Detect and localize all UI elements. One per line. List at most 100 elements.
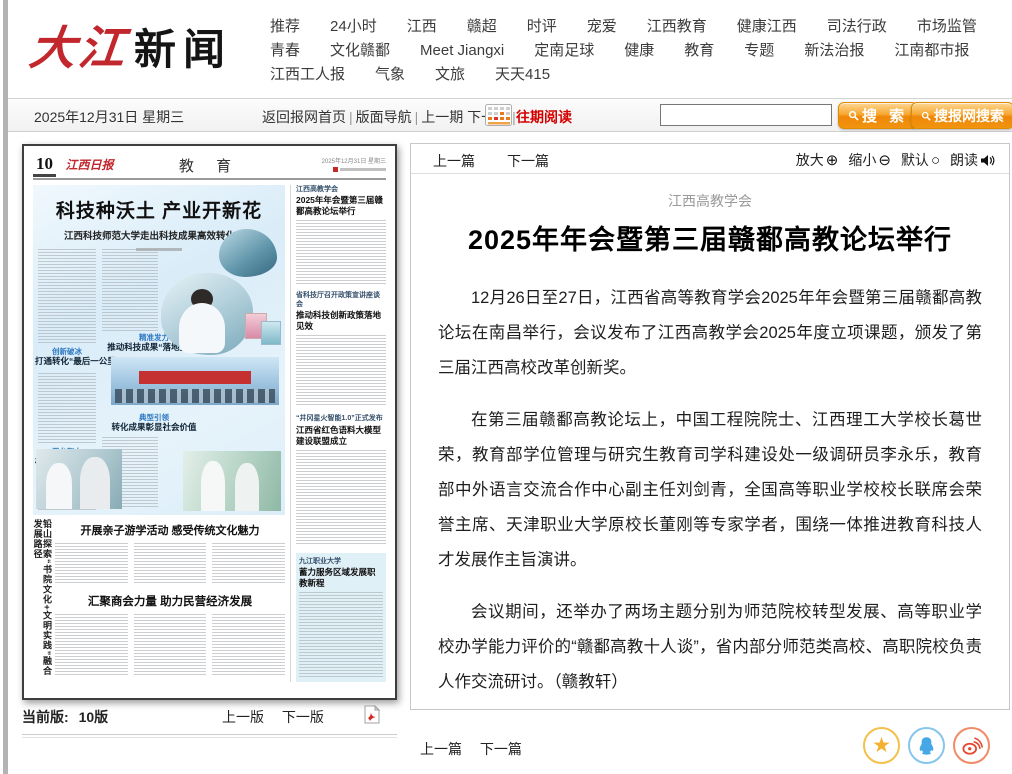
footer-next-article-link[interactable]: 下一篇 (480, 741, 522, 757)
article-view-controls: 放大⊕ 缩小⊖ 默认○ 朗读 (796, 150, 995, 170)
nav-link-r1-7[interactable]: 健康江西 (737, 16, 797, 38)
zoom-in-icon: ⊕ (826, 153, 839, 168)
nav-link-r2-6[interactable]: 专题 (744, 40, 774, 62)
nav-link-r3-2[interactable]: 文旅 (435, 64, 465, 86)
search-button[interactable]: 搜 索 (838, 102, 918, 129)
pdf-icon[interactable] (364, 705, 380, 724)
nav-link-r2-7[interactable]: 新法治报 (804, 40, 864, 62)
nav-link-r2-4[interactable]: 健康 (624, 40, 654, 62)
paper-date-block: 2025年12月31日 星期三 (322, 156, 386, 172)
logo-red-text: 大江 (27, 12, 132, 78)
nav-link-r1-3[interactable]: 赣超 (467, 16, 497, 38)
fake-text-block (134, 543, 207, 585)
archive-link[interactable]: 往期阅读 (516, 107, 572, 127)
calendar-icon[interactable] (485, 103, 512, 127)
photo-figure (235, 463, 259, 511)
nav-link-r1-0[interactable]: 推荐 (270, 16, 300, 38)
fake-text-block (38, 373, 96, 443)
nav-row-2: 青春 文化赣鄱 Meet Jiangxi 定南足球 健康 教育 专题 新法治报 … (270, 40, 1000, 62)
paper-body: 科技种沃土 产业开新花 江西科技师范大学走出科技成果高效转化之路 创新破冰打通转… (33, 185, 386, 682)
prev-issue-link[interactable]: 上一期 (421, 109, 463, 125)
pager-nav: 上一版 下一版 (222, 707, 338, 727)
article-body: 12月26日至27日，江西省高等教育学会2025年年会暨第三届赣鄱高教论坛在南昌… (411, 257, 1009, 700)
site-search-button[interactable]: 搜报网搜索 (911, 102, 1012, 129)
main-nav: 推荐 24小时 江西 赣超 时评 宠爱 江西教育 健康江西 司法行政 市场监管 … (270, 16, 1000, 88)
photo-people-row (115, 389, 275, 403)
feature-headline: 科技种沃土 产业开新花 (33, 196, 285, 223)
nav-link-r3-0[interactable]: 江西工人报 (270, 64, 345, 86)
qzone-share-icon[interactable]: ★ (863, 727, 900, 764)
logo-black-text: 新闻 (134, 26, 232, 73)
right-article-3: “井冈星火智能1.0”正式发布 江西省红色语料大模型建设联盟成立 (296, 414, 386, 545)
bottom-articles: 开展亲子游学活动 感受传统文化魅力 汇聚商会力量 助力民营经济发展 (51, 519, 285, 682)
next-article-link[interactable]: 下一篇 (507, 151, 549, 171)
issue-toolbar: 2025年12月31日 星期三 返回报网首页|版面导航|上一期 下一期| 往期阅… (8, 98, 1012, 132)
photo-figure (179, 303, 225, 353)
right-article-title: 江西省红色语料大模型建设联盟成立 (296, 425, 386, 447)
fake-text-block (212, 543, 285, 585)
fake-text-block (212, 614, 285, 676)
nav-link-r3-1[interactable]: 气象 (375, 64, 405, 86)
weibo-share-icon[interactable] (953, 727, 990, 764)
article-paragraph: 在第三届赣鄱高教论坛上，中国工程院院士、江西理工大学校长葛世荣，教育部学位管理与… (438, 403, 982, 578)
right-article-kicker: 九江职业大学 (299, 557, 383, 566)
nav-link-r1-9[interactable]: 市场监管 (917, 16, 977, 38)
photo-red-banner (139, 371, 251, 384)
right-article-title: 蓄力服务区域发展职教新程 (299, 567, 383, 589)
nav-link-r1-8[interactable]: 司法行政 (827, 16, 887, 38)
footer-prev-article-link[interactable]: 上一篇 (420, 741, 462, 757)
magnifier-icon (848, 110, 859, 121)
zoom-reset-control[interactable]: 默认○ (901, 150, 940, 170)
newspaper-page-thumbnail[interactable]: 10 江西日报 教 育 2025年12月31日 星期三 科技种沃土 产业开新花 … (22, 144, 397, 700)
read-aloud-control[interactable]: 朗读 (950, 150, 995, 170)
next-page-link[interactable]: 下一版 (282, 709, 324, 725)
divider: | (349, 109, 353, 125)
photo-figure (80, 457, 110, 509)
nav-link-r1-1[interactable]: 24小时 (330, 16, 377, 38)
nav-link-r2-3[interactable]: 定南足球 (534, 40, 594, 62)
right-article-1: 江西高教学会 2025年年会暨第三届赣鄱高教论坛举行 (296, 185, 386, 284)
photo-product-box (261, 321, 281, 345)
feature-article-block: 科技种沃土 产业开新花 江西科技师范大学走出科技成果高效转化之路 创新破冰打通转… (33, 185, 285, 515)
photo-group-event (111, 357, 279, 405)
prev-page-link[interactable]: 上一版 (222, 709, 264, 725)
layout-nav-link[interactable]: 版面导航 (356, 109, 412, 125)
zoom-out-control[interactable]: 缩小⊖ (848, 150, 891, 170)
article-paragraph: 12月26日至27日，江西省高等教育学会2025年年会暨第三届赣鄱高教论坛在南昌… (438, 281, 982, 386)
zoom-in-control[interactable]: 放大⊕ (796, 150, 839, 170)
nav-link-r1-6[interactable]: 江西教育 (647, 16, 707, 38)
magnifier-icon (921, 111, 931, 121)
article-panel: 上一篇 下一篇 放大⊕ 缩小⊖ 默认○ 朗读 江西高教学会 2025年年会暨第三… (410, 143, 1010, 710)
nav-row-1: 推荐 24小时 江西 赣超 时评 宠爱 江西教育 健康江西 司法行政 市场监管 (270, 16, 1000, 38)
qq-share-icon[interactable] (908, 727, 945, 764)
nav-link-r2-1[interactable]: 文化赣鄱 (330, 40, 390, 62)
prev-article-link[interactable]: 上一篇 (433, 151, 475, 171)
nav-link-r1-5[interactable]: 宠爱 (587, 16, 617, 38)
search-input[interactable] (660, 104, 832, 126)
weibo-logo-icon (961, 736, 983, 756)
home-link[interactable]: 返回报网首页 (262, 109, 346, 125)
fake-text-block (340, 168, 386, 171)
nav-row-3: 江西工人报 气象 文旅 天天415 (270, 64, 1000, 86)
divider (22, 734, 397, 738)
vertical-headline: 铅山探索“书院文化+文明实践”融合发展路径 (33, 519, 51, 682)
nav-link-r3-3[interactable]: 天天415 (495, 64, 550, 86)
nav-link-r2-0[interactable]: 青春 (270, 40, 300, 62)
site-logo[interactable]: 大江新闻 (30, 12, 232, 78)
fake-text-block (55, 614, 128, 676)
paper-bottom-band: 铅山探索“书院文化+文明实践”融合发展路径 开展亲子游学活动 感受传统文化魅力 … (33, 519, 285, 682)
photo-lab-students (183, 451, 281, 511)
current-page-label: 当前版: (22, 709, 69, 725)
nav-link-r2-5[interactable]: 教育 (684, 40, 714, 62)
paper-masthead: 10 江西日报 教 育 2025年12月31日 星期三 (33, 154, 386, 180)
bottom-headline-1: 开展亲子游学活动 感受传统文化魅力 (55, 522, 285, 538)
nav-link-r2-2[interactable]: Meet Jiangxi (420, 40, 504, 62)
paper-section-label: 教 育 (179, 155, 240, 176)
nav-link-r2-8[interactable]: 江南都市报 (894, 40, 969, 62)
fake-text-block (55, 543, 128, 585)
footer-article-nav: 上一篇 下一篇 (420, 739, 536, 759)
nav-link-r1-2[interactable]: 江西 (407, 16, 437, 38)
nav-link-r1-4[interactable]: 时评 (527, 16, 557, 38)
article-paragraph: 会议期间，还举办了两场主题分别为师范院校转型发展、高等职业学校办学能力评价的“赣… (438, 595, 982, 700)
current-page-value: 10版 (79, 709, 109, 725)
